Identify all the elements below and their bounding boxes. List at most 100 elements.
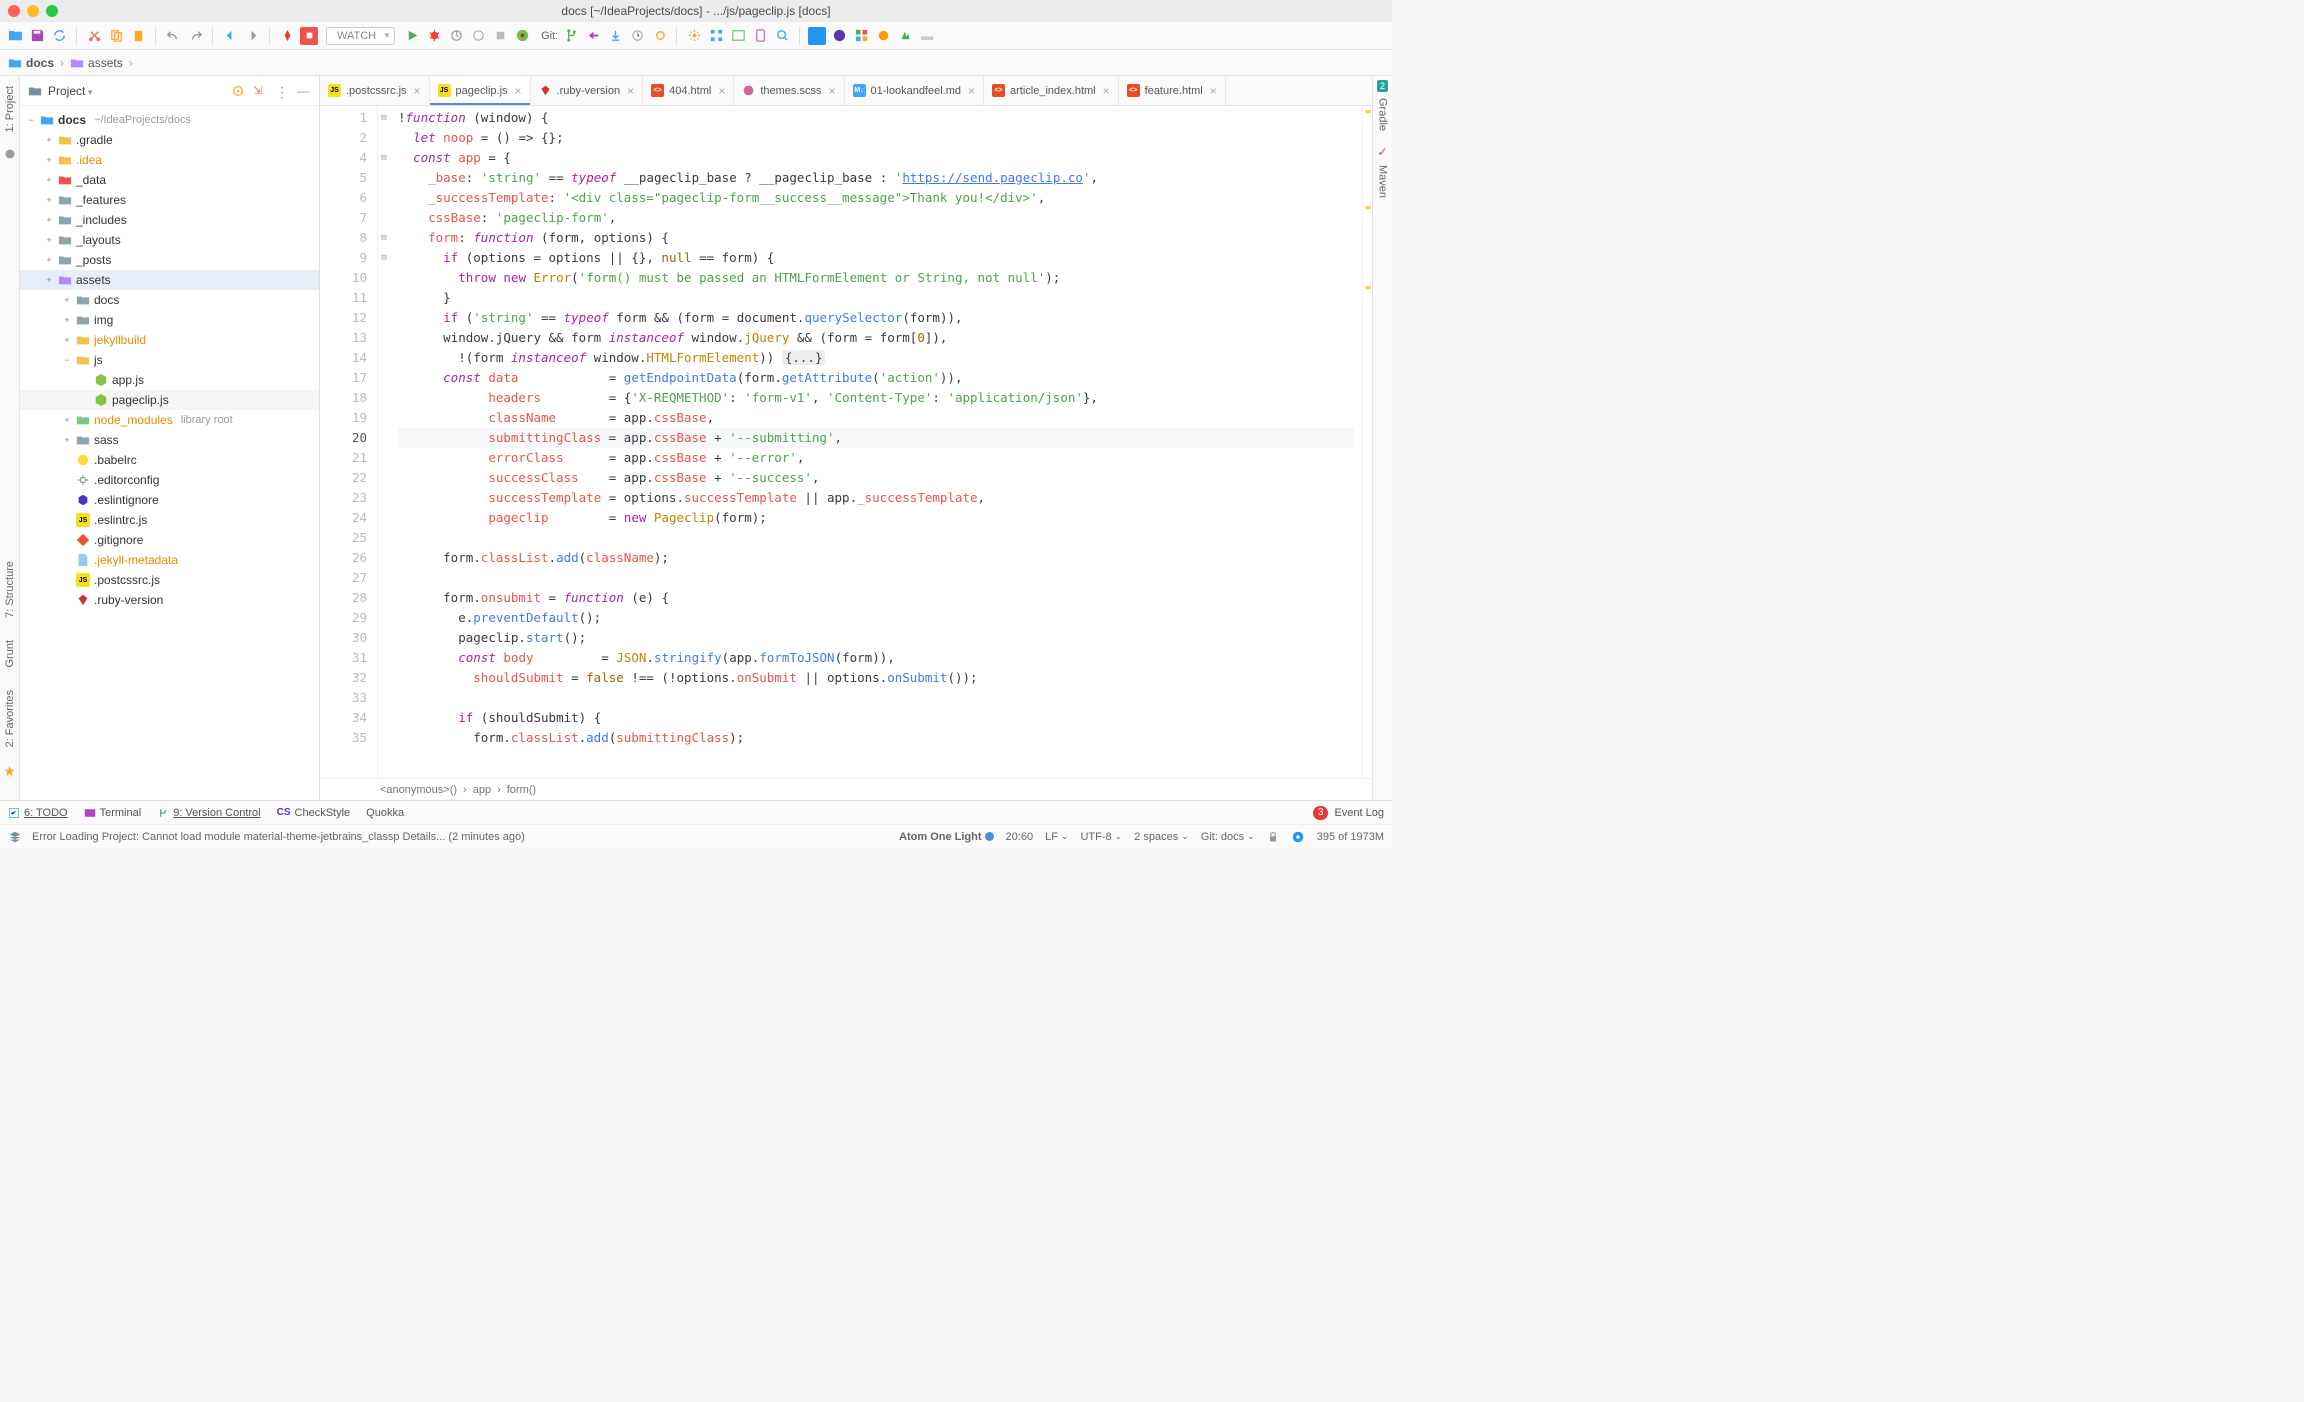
save-icon[interactable] <box>28 27 46 45</box>
tree-item[interactable]: app.js <box>20 370 319 390</box>
editor-tab[interactable]: <>article_index.html× <box>984 76 1119 105</box>
close-tab-icon[interactable]: × <box>414 84 421 98</box>
plugin-icon-3[interactable] <box>852 27 870 45</box>
tree-item[interactable]: JS.eslintrc.js <box>20 510 319 530</box>
status-encoding[interactable]: UTF-8 ⌄ <box>1080 831 1122 843</box>
plugin-icon-1[interactable] <box>808 27 826 45</box>
plugin-icon-4[interactable] <box>874 27 892 45</box>
coverage-icon[interactable] <box>447 27 465 45</box>
build-icon[interactable] <box>278 27 296 45</box>
sdk-icon[interactable] <box>729 27 747 45</box>
target-icon[interactable] <box>300 27 318 45</box>
sidebar-title[interactable]: Project <box>48 84 92 98</box>
minimize-window-icon[interactable] <box>27 5 39 17</box>
status-message[interactable]: Error Loading Project: Cannot load modul… <box>32 831 525 843</box>
paste-icon[interactable] <box>129 27 147 45</box>
layers-icon[interactable] <box>8 830 22 844</box>
tree-item[interactable]: +img <box>20 310 319 330</box>
editor-tab[interactable]: .ruby-version× <box>531 76 644 105</box>
terminal-tab[interactable]: Terminal <box>84 807 142 819</box>
tree-item[interactable]: .editorconfig <box>20 470 319 490</box>
close-window-icon[interactable] <box>8 5 20 17</box>
code-editor[interactable]: !function (window) { let noop = () => {}… <box>390 106 1362 778</box>
rail-structure[interactable]: 7: Structure <box>2 555 18 624</box>
plugin-icon-6[interactable]: ▬ <box>918 27 936 45</box>
rail-project[interactable]: 1: Project <box>2 80 18 138</box>
tree-item[interactable]: +_includes <box>20 210 319 230</box>
git-update-icon[interactable] <box>606 27 624 45</box>
editor-tab[interactable]: <>404.html× <box>643 76 734 105</box>
run-icon[interactable] <box>403 27 421 45</box>
tree-item[interactable]: +_data <box>20 170 319 190</box>
git-branch-icon[interactable] <box>562 27 580 45</box>
tree-item[interactable]: +docs <box>20 290 319 310</box>
hide-icon[interactable]: — <box>297 84 311 98</box>
editor-tab[interactable]: JSpageclip.js× <box>430 76 531 105</box>
maximize-window-icon[interactable] <box>46 5 58 17</box>
status-position[interactable]: 20:60 <box>1006 831 1034 843</box>
tree-item[interactable]: +.gradle <box>20 130 319 150</box>
tree-item[interactable]: +_layouts <box>20 230 319 250</box>
plugin-icon-5[interactable] <box>896 27 914 45</box>
breadcrumb-item[interactable]: assets <box>70 56 123 70</box>
eventlog-tab[interactable]: Event Log <box>1334 807 1384 819</box>
editor-tab[interactable]: JS.postcssrc.js× <box>320 76 430 105</box>
breadcrumb-item[interactable]: docs <box>8 56 54 70</box>
status-lineending[interactable]: LF ⌄ <box>1045 831 1068 843</box>
git-commit-icon[interactable] <box>584 27 602 45</box>
tree-root[interactable]: − docs ~/IdeaProjects/docs <box>20 110 319 130</box>
close-tab-icon[interactable]: × <box>1103 84 1110 98</box>
close-tab-icon[interactable]: × <box>627 84 634 98</box>
rail-grunt[interactable]: Grunt <box>2 634 18 674</box>
copy-icon[interactable] <box>107 27 125 45</box>
tree-item[interactable]: +jekyllbuild <box>20 330 319 350</box>
tree-item[interactable]: .jekyll-metadata <box>20 550 319 570</box>
tree-item[interactable]: JS.postcssrc.js <box>20 570 319 590</box>
tree-item[interactable]: .babelrc <box>20 450 319 470</box>
todo-tab[interactable]: 6: TODO <box>8 807 68 819</box>
git-history-icon[interactable] <box>628 27 646 45</box>
inspector-icon[interactable] <box>1291 830 1305 844</box>
status-indent[interactable]: 2 spaces ⌄ <box>1134 831 1189 843</box>
profile-icon[interactable] <box>469 27 487 45</box>
rail-favorites[interactable]: 2: Favorites <box>2 684 18 753</box>
checkstyle-tab[interactable]: CSCheckStyle <box>277 807 351 819</box>
quokka-icon[interactable] <box>513 27 531 45</box>
close-tab-icon[interactable]: × <box>828 84 835 98</box>
plugin-icon-2[interactable] <box>830 27 848 45</box>
avd-icon[interactable] <box>751 27 769 45</box>
settings-icon[interactable]: ⋮ <box>275 84 289 98</box>
close-tab-icon[interactable]: × <box>1210 84 1217 98</box>
quokka-tab[interactable]: Quokka <box>366 807 404 819</box>
cut-icon[interactable] <box>85 27 103 45</box>
editor-tab[interactable]: <>feature.html× <box>1119 76 1226 105</box>
editor-minimap[interactable] <box>1362 106 1372 778</box>
lock-icon[interactable] <box>1267 831 1279 843</box>
tree-item[interactable]: +assets <box>20 270 319 290</box>
close-tab-icon[interactable]: × <box>515 84 522 98</box>
editor-tab[interactable]: M↓01-lookandfeel.md× <box>845 76 985 105</box>
settings-icon[interactable] <box>685 27 703 45</box>
tree-item[interactable]: −js <box>20 350 319 370</box>
tree-item[interactable]: +_posts <box>20 250 319 270</box>
editor-tab[interactable]: themes.scss× <box>734 76 844 105</box>
tree-item[interactable]: .ruby-version <box>20 590 319 610</box>
status-theme[interactable]: Atom One Light <box>899 831 994 843</box>
locate-icon[interactable] <box>231 84 245 98</box>
tree-item[interactable]: +sass <box>20 430 319 450</box>
structure-icon[interactable] <box>707 27 725 45</box>
close-tab-icon[interactable]: × <box>718 84 725 98</box>
tree-item[interactable]: +_features <box>20 190 319 210</box>
search-icon[interactable] <box>773 27 791 45</box>
debug-icon[interactable] <box>425 27 443 45</box>
status-memory[interactable]: 395 of 1973M <box>1317 831 1384 843</box>
back-icon[interactable] <box>221 27 239 45</box>
forward-icon[interactable] <box>243 27 261 45</box>
rail-maven[interactable]: Maven <box>1375 159 1391 204</box>
tree-item[interactable]: .gitignore <box>20 530 319 550</box>
open-icon[interactable] <box>6 27 24 45</box>
tree-item[interactable]: .eslintignore <box>20 490 319 510</box>
run-config-select[interactable]: WATCH <box>326 27 395 45</box>
status-git[interactable]: Git: docs ⌄ <box>1201 831 1255 843</box>
redo-icon[interactable] <box>186 27 204 45</box>
